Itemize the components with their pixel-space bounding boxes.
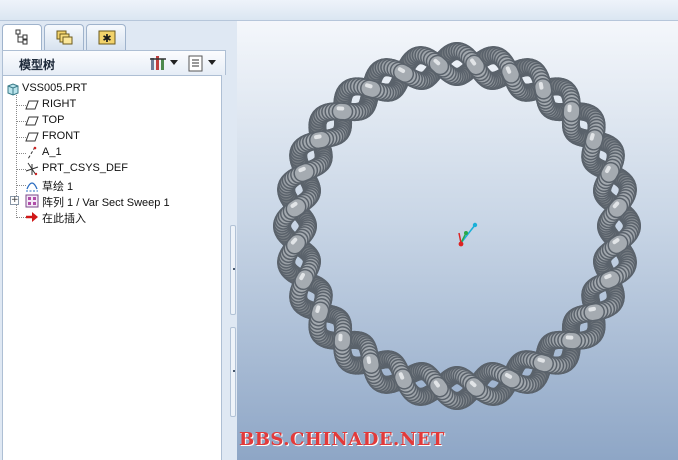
datum-plane-icon bbox=[25, 116, 39, 126]
pattern-icon bbox=[25, 194, 39, 208]
tree-item-insert-here[interactable]: 在此插入 bbox=[3, 209, 221, 225]
tree-show-icon bbox=[188, 55, 203, 72]
tree-item-csys[interactable]: PRT_CSYS_DEF bbox=[3, 161, 221, 177]
tree-item-right[interactable]: RIGHT bbox=[3, 97, 221, 113]
coordinate-triad bbox=[458, 222, 478, 247]
chevron-down-icon bbox=[170, 60, 178, 65]
tree-item-front[interactable]: FRONT bbox=[3, 129, 221, 145]
expand-plus-icon[interactable]: + bbox=[10, 196, 19, 205]
splitter-grip-lower[interactable] bbox=[230, 327, 236, 417]
sketch-icon bbox=[26, 182, 38, 192]
tree-item-label: PRT_CSYS_DEF bbox=[42, 162, 128, 174]
folder-browser-icon bbox=[56, 30, 73, 45]
coordinate-system-icon bbox=[25, 162, 39, 176]
favorites-icon: ✱ bbox=[98, 30, 116, 45]
tree-item-sketch[interactable]: 草绘 1 bbox=[3, 177, 221, 193]
tree-item-label: 在此插入 bbox=[42, 213, 86, 225]
tree-item-label: TOP bbox=[42, 114, 65, 126]
tab-model-tree[interactable] bbox=[2, 24, 42, 51]
tree-item-label: FRONT bbox=[42, 130, 80, 142]
tab-favorites[interactable]: ✱ bbox=[86, 24, 126, 50]
svg-text:✱: ✱ bbox=[102, 32, 111, 45]
grip-dot bbox=[233, 268, 235, 270]
top-toolbar-strip bbox=[0, 0, 678, 21]
tab-folder-browser[interactable] bbox=[44, 24, 84, 50]
navigator-panel: ✱ 模型树 VSS005.PRT RIGHT TOP FRONT A_1 PRT… bbox=[0, 21, 237, 460]
tree-item-label: 阵列 1 / Var Sect Sweep 1 bbox=[42, 197, 170, 209]
model-tree: VSS005.PRT RIGHT TOP FRONT A_1 PRT_CSYS_… bbox=[2, 75, 222, 460]
part-icon bbox=[7, 83, 19, 96]
tree-item-root[interactable]: VSS005.PRT bbox=[3, 81, 221, 97]
tree-item-label: A_1 bbox=[42, 146, 62, 158]
datum-axis-icon bbox=[27, 146, 37, 160]
tree-settings-icon bbox=[150, 56, 166, 70]
panel-splitter[interactable] bbox=[226, 21, 237, 460]
graphics-window[interactable]: BBS.CHINADE.NET bbox=[237, 21, 678, 460]
splitter-grip-upper[interactable] bbox=[230, 225, 236, 315]
model-tree-title: 模型树 bbox=[19, 58, 56, 72]
chevron-down-icon bbox=[208, 60, 216, 65]
tree-item-pattern[interactable]: + 阵列 1 / Var Sect Sweep 1 bbox=[3, 193, 221, 209]
tree-item-top[interactable]: TOP bbox=[3, 113, 221, 129]
twisted-ring-model[interactable] bbox=[237, 21, 678, 460]
model-tree-header: 模型树 bbox=[2, 50, 226, 75]
insert-here-arrow-icon bbox=[26, 212, 38, 222]
datum-plane-icon bbox=[25, 100, 39, 110]
model-tree-icon bbox=[15, 29, 28, 45]
datum-plane-icon bbox=[25, 132, 39, 142]
watermark-text: BBS.CHINADE.NET bbox=[239, 429, 445, 450]
tree-item-label: RIGHT bbox=[42, 98, 77, 110]
tree-item-label: 草绘 1 bbox=[42, 181, 74, 193]
grip-dot bbox=[233, 370, 235, 372]
tree-item-axis[interactable]: A_1 bbox=[3, 145, 221, 161]
tree-show-button[interactable] bbox=[187, 54, 217, 73]
tree-item-label: VSS005.PRT bbox=[22, 82, 88, 94]
tree-settings-button[interactable] bbox=[149, 54, 179, 73]
